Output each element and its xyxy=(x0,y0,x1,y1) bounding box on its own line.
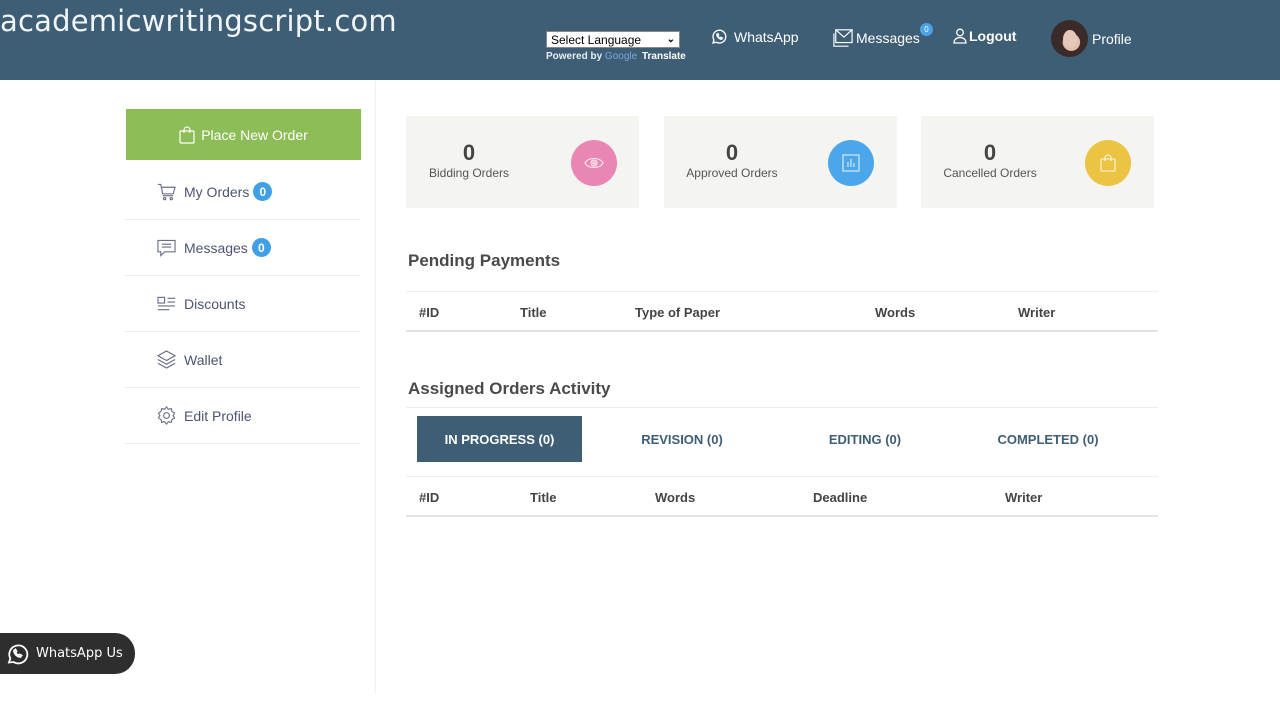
column-header-id: #ID xyxy=(419,305,440,320)
top-header: academicwritingscript.com Select Languag… xyxy=(0,0,1280,80)
sidebar-item-label: Wallet xyxy=(184,351,223,368)
stat-icon-circle xyxy=(1085,140,1131,186)
avatar[interactable] xyxy=(1051,20,1088,57)
column-header-words: Words xyxy=(655,490,696,505)
sidebar-item-label: Messages xyxy=(184,239,248,256)
sidebar-item-messages[interactable]: Messages 0 xyxy=(124,220,360,276)
assigned-orders-tabs: IN PROGRESS (0) REVISION (0) EDITING (0)… xyxy=(406,407,1158,476)
tab-completed[interactable]: COMPLETED (0) xyxy=(968,416,1128,462)
powered-by-google-translate: Powered by Google Translate xyxy=(546,51,686,62)
site-title[interactable]: academicwritingscript.com xyxy=(0,4,397,38)
column-header-id: #ID xyxy=(419,490,440,505)
whatsapp-us-button[interactable]: WhatsApp Us xyxy=(0,633,135,674)
language-select[interactable]: Select Language ⌄ xyxy=(546,31,680,48)
whatsapp-us-label: WhatsApp Us xyxy=(36,646,123,661)
column-header-writer: Writer xyxy=(1005,490,1043,505)
sidebar-item-wallet[interactable]: Wallet xyxy=(124,332,360,388)
tab-revision[interactable]: REVISION (0) xyxy=(602,416,762,462)
column-header-deadline: Deadline xyxy=(813,490,868,505)
column-header-writer: Writer xyxy=(1018,305,1056,320)
nav-logout[interactable]: Logout xyxy=(953,28,1016,44)
whatsapp-icon xyxy=(711,29,727,44)
nav-whatsapp-label: WhatsApp xyxy=(734,29,799,45)
nav-profile[interactable]: Profile xyxy=(1051,20,1132,57)
chevron-down-icon: ⌄ xyxy=(666,34,675,45)
nav-whatsapp[interactable]: WhatsApp xyxy=(710,28,799,46)
stat-icon-circle xyxy=(828,140,874,186)
stat-card-cancelled-orders[interactable]: 0 Cancelled Orders xyxy=(921,116,1154,208)
stat-value: 0 xyxy=(983,140,997,165)
powered-by-label: Powered by xyxy=(546,51,603,62)
sidebar-item-label: Discounts xyxy=(184,295,246,312)
sidebar-item-discounts[interactable]: Discounts xyxy=(124,276,360,332)
tab-in-progress[interactable]: IN PROGRESS (0) xyxy=(417,416,582,462)
cart-icon xyxy=(157,183,176,200)
chart-icon xyxy=(842,154,860,172)
whatsapp-icon xyxy=(7,644,29,664)
discount-list-icon xyxy=(157,296,176,310)
gear-icon xyxy=(157,406,176,425)
place-new-order-label: Place New Order xyxy=(201,126,308,143)
stat-label: Cancelled Orders xyxy=(943,166,1037,180)
nav-profile-label: Profile xyxy=(1092,30,1132,47)
eye-icon xyxy=(584,157,604,169)
stat-label: Bidding Orders xyxy=(428,166,510,180)
assigned-orders-table-header: #ID Title Words Deadline Writer xyxy=(406,476,1158,517)
envelope-icon xyxy=(833,29,853,47)
my-orders-count-badge: 0 xyxy=(253,182,273,201)
sidebar-item-label: Edit Profile xyxy=(184,407,252,424)
pending-payments-table-header: #ID Title Type of Paper Words Writer xyxy=(406,291,1158,332)
google-logo: Google xyxy=(604,51,638,62)
chat-icon xyxy=(157,239,176,257)
stat-value: 0 xyxy=(725,140,739,165)
place-new-order-button[interactable]: Place New Order xyxy=(126,109,361,160)
language-select-value: Select Language xyxy=(551,32,642,47)
pending-payments-title: Pending Payments xyxy=(408,251,561,270)
nav-messages-label: Messages xyxy=(856,30,920,46)
stat-card-bidding-orders[interactable]: 0 Bidding Orders xyxy=(406,116,639,208)
sidebar-item-my-orders[interactable]: My Orders 0 xyxy=(124,164,360,220)
tab-editing[interactable]: EDITING (0) xyxy=(785,416,945,462)
layers-icon xyxy=(157,350,176,369)
sidebar-item-edit-profile[interactable]: Edit Profile xyxy=(124,388,360,444)
nav-logout-label: Logout xyxy=(969,28,1017,44)
assigned-orders-title: Assigned Orders Activity xyxy=(408,379,611,398)
stat-label: Approved Orders xyxy=(686,166,778,180)
translate-link[interactable]: Translate xyxy=(642,51,686,62)
bag-icon xyxy=(1100,154,1116,172)
user-icon xyxy=(953,28,967,44)
stat-icon-circle xyxy=(571,140,617,186)
messages-count-badge: 0 xyxy=(920,23,933,36)
column-header-title: Title xyxy=(530,490,557,505)
shopping-bag-icon xyxy=(179,125,195,144)
stat-value: 0 xyxy=(462,140,476,165)
sidebar-item-label: My Orders xyxy=(184,183,250,200)
column-header-words: Words xyxy=(875,305,916,320)
column-header-type-of-paper: Type of Paper xyxy=(635,305,721,320)
column-header-title: Title xyxy=(520,305,547,320)
sidebar-divider xyxy=(375,80,376,694)
stat-card-approved-orders[interactable]: 0 Approved Orders xyxy=(664,116,897,208)
google-translate-widget: Select Language ⌄ Powered by Google Tran… xyxy=(546,31,686,62)
messages-count-badge: 0 xyxy=(251,238,271,257)
nav-messages[interactable]: Messages 0 xyxy=(832,23,933,48)
